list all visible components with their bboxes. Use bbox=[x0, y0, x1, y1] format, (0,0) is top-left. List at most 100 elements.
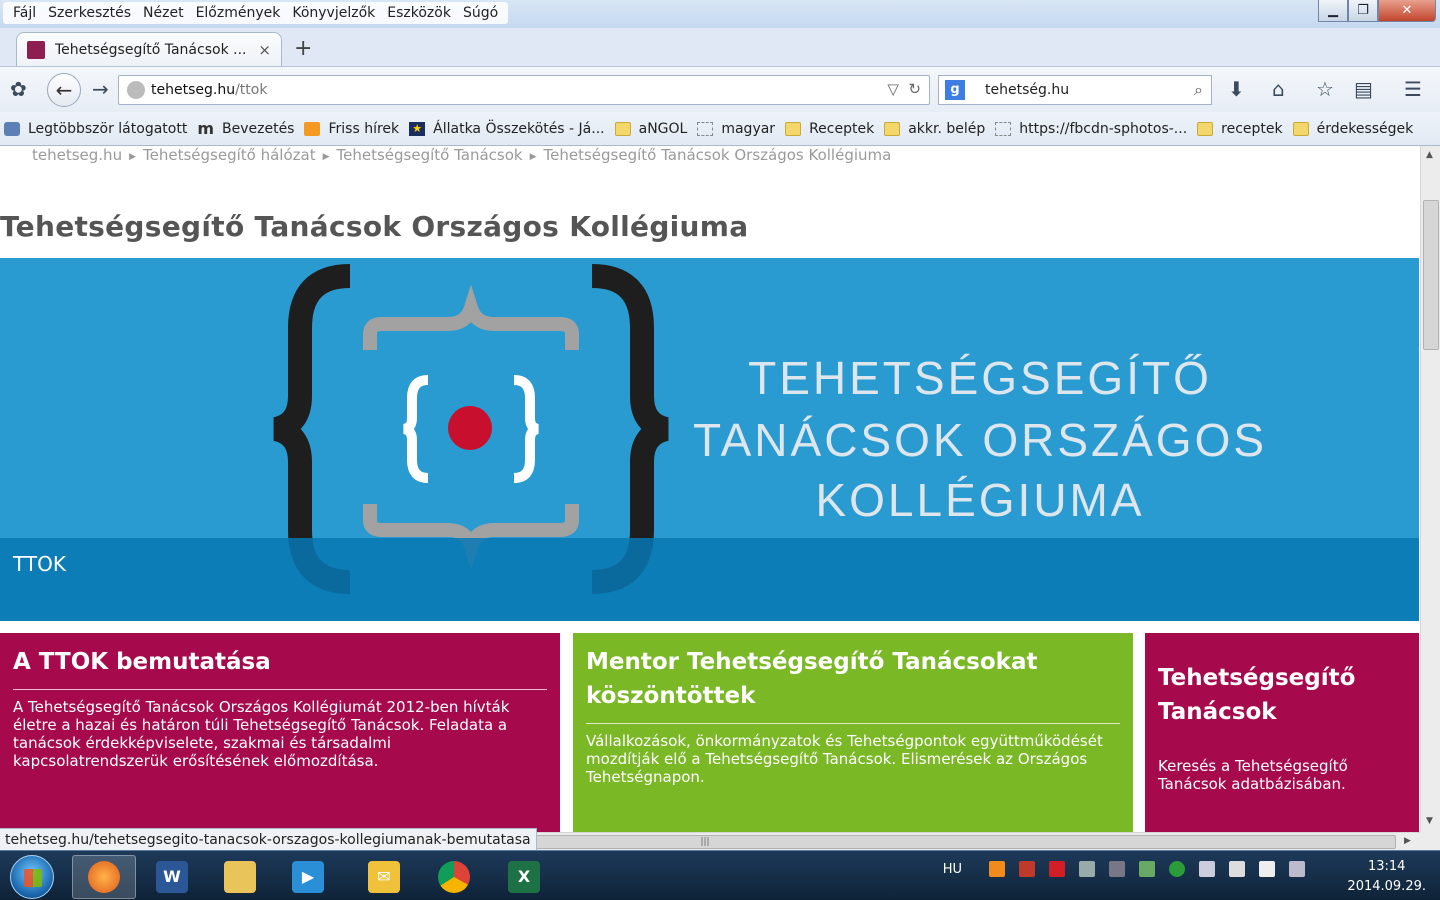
card-title[interactable]: A TTOK bemutatása bbox=[13, 645, 547, 689]
card-title[interactable]: Tehetségsegítő Tanácsok bbox=[1158, 645, 1406, 757]
safely-remove-icon[interactable] bbox=[1139, 861, 1155, 877]
tab-close-icon[interactable]: × bbox=[258, 41, 271, 59]
chevron-right-icon: ▶ bbox=[129, 152, 136, 162]
menu-view[interactable]: Nézet bbox=[137, 2, 190, 24]
download-icon[interactable]: ⬇ bbox=[1228, 77, 1245, 101]
forward-button[interactable]: → bbox=[92, 77, 109, 101]
acrobat-icon[interactable] bbox=[1019, 861, 1035, 877]
bookmark-item[interactable]: akkr. belép bbox=[884, 121, 985, 137]
battery-icon[interactable] bbox=[1229, 861, 1245, 877]
close-window-button[interactable]: ✕ bbox=[1378, 0, 1436, 22]
url-bar[interactable]: tehetseg.hu/ttok ▽ ↻ bbox=[118, 75, 930, 105]
wireless-icon[interactable] bbox=[1079, 861, 1095, 877]
home-icon[interactable]: ⌂ bbox=[1272, 77, 1285, 101]
network-icon[interactable] bbox=[1109, 861, 1125, 877]
menu-edit[interactable]: Szerkesztés bbox=[42, 2, 137, 24]
bookmarks-bar: Legtöbbször látogatott m Bevezetés Friss … bbox=[0, 112, 1440, 146]
tray-app-icon[interactable] bbox=[989, 861, 1005, 877]
back-button[interactable]: ← bbox=[47, 73, 81, 107]
url-path: /ttok bbox=[235, 82, 268, 98]
bookmark-item[interactable]: magyar bbox=[697, 121, 775, 137]
action-center-flag-icon[interactable] bbox=[1259, 861, 1275, 877]
volume-icon[interactable] bbox=[1199, 861, 1215, 877]
logo-text-line3: KOLLÉGIUMA bbox=[815, 474, 1144, 526]
bookmark-item[interactable]: receptek bbox=[1197, 121, 1283, 137]
back-arrow-icon: ← bbox=[55, 78, 73, 102]
bookmark-item[interactable]: https://fbcdn-sphotos-... bbox=[995, 121, 1187, 137]
card-ttok-intro[interactable]: A TTOK bemutatása A Tehetségsegítő Tanác… bbox=[0, 633, 560, 832]
scroll-down-icon[interactable]: ▼ bbox=[1426, 816, 1433, 826]
bookmark-item[interactable]: Legtöbbször látogatott bbox=[4, 121, 187, 137]
taskbar-firefox[interactable] bbox=[72, 855, 136, 899]
menu-help[interactable]: Súgó bbox=[457, 2, 504, 24]
breadcrumb-link[interactable]: tehetseg.hu bbox=[32, 146, 122, 164]
card-title[interactable]: Mentor Tehetségsegítő Tanácsokat köszönt… bbox=[586, 645, 1120, 723]
bookmark-item[interactable]: érdekességek bbox=[1292, 121, 1413, 137]
excel-icon: X bbox=[508, 861, 540, 893]
star-icon: ★ bbox=[409, 121, 426, 136]
taskbar-excel[interactable]: X bbox=[492, 855, 556, 899]
menu-bookmarks[interactable]: Könyvjelzők bbox=[286, 2, 381, 24]
google-icon[interactable]: g bbox=[945, 80, 965, 100]
close-icon: ✕ bbox=[1401, 3, 1413, 18]
bookmark-star-icon[interactable]: ☆ bbox=[1316, 77, 1334, 101]
media-player-icon: ▶ bbox=[292, 861, 324, 893]
blank-page-icon bbox=[697, 121, 714, 136]
start-button[interactable] bbox=[10, 855, 54, 899]
search-input[interactable]: tehetség.hu bbox=[985, 82, 1069, 98]
taskbar-word[interactable]: W bbox=[140, 855, 204, 899]
bookmarks-list-icon[interactable]: ▤ bbox=[1354, 77, 1373, 101]
search-box[interactable]: g tehetség.hu ⌕ bbox=[938, 75, 1212, 105]
card-text: Vállalkozások, önkormányzatok és Tehetsé… bbox=[586, 732, 1103, 786]
bookmark-item[interactable]: Receptek bbox=[785, 121, 874, 137]
folder-icon bbox=[884, 121, 901, 136]
page-viewport: tehetseg.hu ▶ Tehetségsegítő hálózat ▶ Tehet… bbox=[0, 146, 1420, 832]
reload-icon[interactable]: ↻ bbox=[908, 80, 921, 98]
adobe-icon[interactable] bbox=[1049, 861, 1065, 877]
bookmark-item[interactable]: m Bevezetés bbox=[197, 120, 294, 137]
card-mentor-news[interactable]: Mentor Tehetségsegítő Tanácsokat köszönt… bbox=[573, 633, 1133, 832]
menu-history[interactable]: Előzmények bbox=[190, 2, 287, 24]
signal-bars-icon[interactable] bbox=[1289, 861, 1305, 877]
update-icon[interactable] bbox=[1169, 861, 1185, 877]
search-icon[interactable]: ⌕ bbox=[1194, 80, 1203, 100]
vertical-scrollbar[interactable]: ▲ ▼ bbox=[1420, 146, 1440, 832]
addons-icon[interactable]: ✿ bbox=[10, 77, 27, 101]
taskbar-messenger[interactable]: ✉ bbox=[352, 855, 416, 899]
taskbar-explorer[interactable] bbox=[208, 855, 272, 899]
bookmark-item[interactable]: Friss hírek bbox=[304, 121, 399, 137]
minimize-button[interactable]: ▁ bbox=[1318, 0, 1348, 22]
hero-banner[interactable]: TEHETSÉGSEGÍTŐ TANÁCSOK ORSZÁGOS KOLLÉGI… bbox=[0, 258, 1419, 621]
bookmark-item[interactable]: ★ Állatka Összekötés - Já... bbox=[409, 121, 605, 137]
hamburger-menu-icon[interactable]: ☰ bbox=[1404, 77, 1422, 101]
banner-caption[interactable]: TTOK bbox=[13, 552, 66, 576]
breadcrumb-link[interactable]: Tehetségsegítő hálózat bbox=[143, 146, 316, 164]
vertical-scroll-thumb[interactable] bbox=[1423, 200, 1439, 350]
clock-time: 13:14 bbox=[1367, 859, 1406, 874]
dropdown-arrow-icon[interactable]: ▽ bbox=[887, 80, 899, 98]
breadcrumb-link[interactable]: Tehetségsegítő Tanácsok bbox=[337, 146, 523, 164]
folder-icon bbox=[1197, 121, 1214, 136]
card-divider bbox=[13, 689, 547, 690]
tab-title: Tehetségsegítő Tanácsok ... bbox=[55, 41, 247, 58]
navigation-bar: ✿ ← → tehetseg.hu/ttok ▽ ↻ g tehetség.hu… bbox=[0, 66, 1440, 112]
maximize-button[interactable]: ❐ bbox=[1348, 0, 1378, 22]
word-icon: W bbox=[156, 861, 188, 893]
taskbar-chrome[interactable] bbox=[422, 855, 486, 899]
scroll-right-icon[interactable]: ▶ bbox=[1404, 836, 1411, 846]
rss-icon bbox=[304, 121, 321, 136]
menu-tools[interactable]: Eszközök bbox=[381, 2, 457, 24]
scroll-up-icon[interactable]: ▲ bbox=[1426, 150, 1433, 160]
taskbar-media-player[interactable]: ▶ bbox=[276, 855, 340, 899]
card-text: A Tehetségsegítő Tanácsok Országos Kollé… bbox=[13, 698, 510, 770]
tab-active[interactable]: Tehetségsegítő Tanácsok ... × bbox=[16, 32, 282, 66]
menu-file[interactable]: Fájl bbox=[7, 2, 42, 24]
folder-icon bbox=[614, 121, 631, 136]
language-indicator[interactable]: HU bbox=[943, 862, 962, 877]
bookmark-item[interactable]: aNGOL bbox=[614, 121, 687, 137]
card-council-search[interactable]: Tehetségsegítő Tanácsok Keresés a Tehets… bbox=[1145, 633, 1419, 832]
globe-icon bbox=[127, 81, 145, 99]
new-tab-button[interactable]: + bbox=[294, 36, 312, 61]
clock[interactable]: 13:14 2014.09.29. bbox=[1347, 857, 1426, 897]
windows-taskbar: W ▶ ✉ X HU 13:14 2014.09.29. bbox=[0, 850, 1440, 900]
